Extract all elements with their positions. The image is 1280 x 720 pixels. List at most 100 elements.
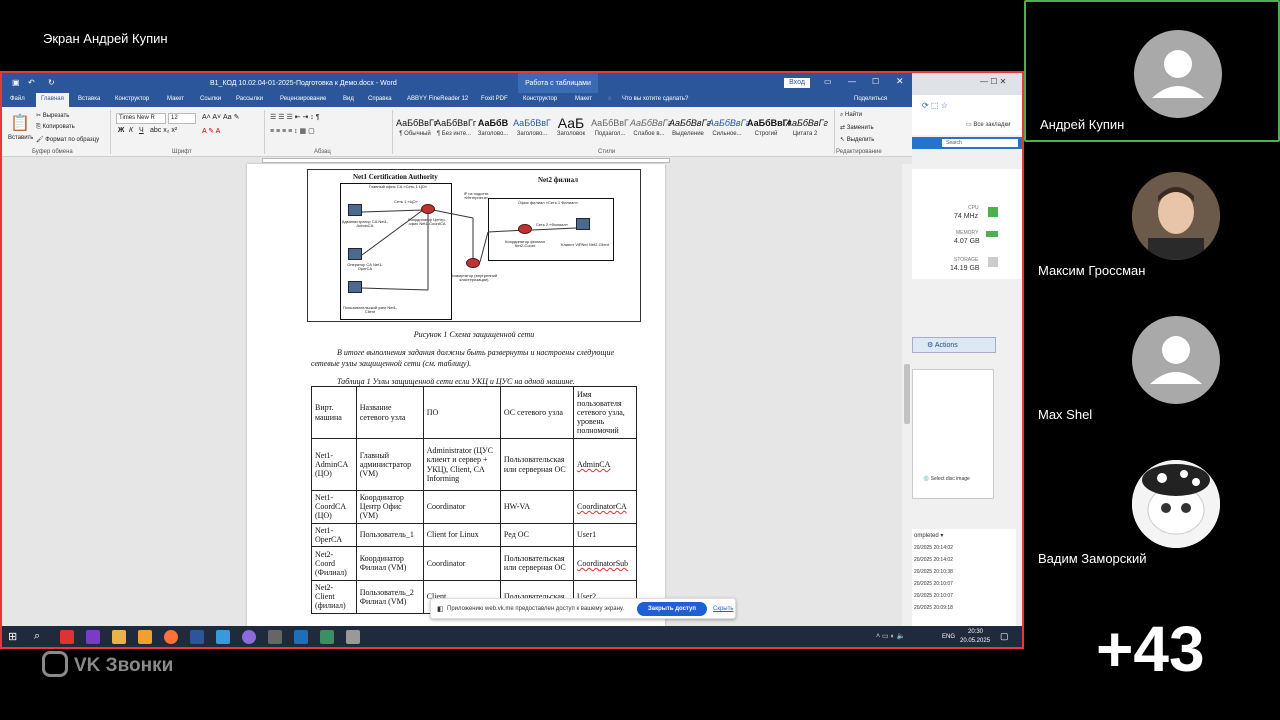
replace-button[interactable]: ⇄ Заменить [840,124,874,131]
participant-tile[interactable]: Max Shel [1024,288,1280,430]
scrollbar-thumb[interactable] [904,364,910,424]
tab-layout[interactable]: Макет [167,96,184,102]
actions-button[interactable]: ⚙ Actions [927,341,958,349]
tellme-icon[interactable]: ◌ [608,96,612,102]
editing-group-label: Редактирование [836,149,882,155]
app-icon[interactable] [86,630,100,644]
start-icon[interactable]: ⊞ [8,630,17,643]
tab-table-design[interactable]: Конструктор [523,96,557,102]
clock-date[interactable]: 20.05.2025 [960,638,990,644]
browser-nav-icons[interactable]: ⟳ ⬚ ☆ [922,101,948,110]
font-size-select[interactable]: 12 [168,113,196,124]
tab-home[interactable]: Главная [36,93,69,107]
search-icon[interactable]: ⌕ [34,630,40,643]
style-heading1[interactable]: АаБбВ Заголово... [474,115,512,143]
tellme-search[interactable]: Что вы хотите сделать? [622,96,688,102]
word-icon[interactable] [190,630,204,644]
share-doc-button[interactable]: Поделиться [854,96,887,102]
tab-design[interactable]: Конструктор [115,96,149,102]
font-grow-icon[interactable]: A˄ A˅ Аа ✎ [202,113,239,121]
select-button[interactable]: ↖ Выделить [840,136,874,143]
undo-icon[interactable]: ↶ [28,78,35,87]
firefox-icon[interactable] [164,630,178,644]
app-icon[interactable] [294,630,308,644]
more-participants-count[interactable]: +43 [1096,612,1205,686]
format-painter-button[interactable]: 🖌 Формат по образцу [36,136,99,143]
style-quote2[interactable]: АаБбВвГг Цитата 2 [786,115,828,143]
italic-button[interactable]: К [129,127,133,134]
style-normal[interactable]: АаБбВвГг ¶ Обычный [396,115,437,143]
style-intense[interactable]: АаБбВвГг Сильное... [708,115,750,143]
stop-sharing-button[interactable]: Закрыть доступ [637,602,707,616]
select-disc-button[interactable]: 💿 Select disc image [923,476,970,482]
app-icon[interactable] [216,630,230,644]
background-browser: — ☐ ✕ ⟳ ⬚ ☆ ▭ Все закладки Search CPU 74… [912,73,1022,626]
table-cell: Coordinator [422,545,501,581]
underline-button[interactable]: Ч [139,127,144,134]
participant-tile[interactable]: Андрей Купин [1024,0,1280,142]
tab-table-layout[interactable]: Макет [575,96,592,102]
copy-button[interactable]: ⎘ Копировать [36,124,75,131]
style-no-spacing[interactable]: АаБбВвГг ¶ Без инте... [435,115,476,143]
completed-filter[interactable]: ompleted ▾ [914,532,943,539]
tray-icons[interactable]: ˄ ▭ ◐ 🔈 [876,632,905,640]
tab-file[interactable]: Файл [10,96,25,102]
app-icon[interactable] [242,630,256,644]
search-input[interactable]: Search [942,139,1018,147]
bold-button[interactable]: Ж [118,127,124,134]
vertical-scrollbar[interactable] [902,164,912,626]
yandex-browser-icon[interactable] [60,630,74,644]
tab-help[interactable]: Справка [368,96,392,102]
style-title[interactable]: АаБ Заголовок [552,115,590,143]
language-indicator[interactable]: ENG [942,634,955,640]
style-label: ¶ Без инте... [436,131,472,137]
cut-button[interactable]: ✂ Вырезать [36,112,69,119]
font-name-select[interactable]: Times New R [116,113,166,124]
table-cell: Net2-Client (филиал) [311,579,357,614]
style-emphasis[interactable]: АаБбВвГг Выделение [669,115,711,143]
paste-label[interactable]: Вставить [8,135,33,141]
strike-subscript-icons[interactable]: abc x₂ x² [150,127,177,134]
ribbon-display-icon[interactable]: ▭ [824,77,832,86]
windows-taskbar: ⊞ ⌕ ˄ ▭ ◐ 🔈 ENG 20:30 20.05.2025 ▢ [2,626,1022,647]
style-subtle[interactable]: АаБбВвГг Слабое в... [630,115,672,143]
participant-tile[interactable]: Максим Гроссман [1024,144,1280,286]
redo-icon[interactable]: ↻ [48,78,55,87]
style-strong[interactable]: АаБбВвГг Строгий [747,115,792,143]
close-icon[interactable]: ✕ [896,76,904,87]
hide-link[interactable]: Скрыть [713,606,733,612]
tab-review[interactable]: Рецензирование [280,96,326,102]
tab-view[interactable]: Вид [343,96,354,102]
font-color-icons[interactable]: A ✎ A [202,127,220,135]
app-icon[interactable] [346,630,360,644]
tab-mailings[interactable]: Рассылки [236,96,263,102]
save-icon[interactable]: ▣ [12,78,20,87]
app-icon[interactable] [320,630,334,644]
list-icons[interactable]: ☰ ☰ ☰ ⇤ ⇥ ↕ ¶ [270,113,320,121]
find-button[interactable]: ⌕ Найти [840,112,862,119]
format-painter-label: Формат по образцу [45,137,100,143]
tab-abbyy[interactable]: ABBYY FineReader 12 [407,96,468,102]
notification-center-icon[interactable]: ▢ [1000,631,1009,642]
tab-references[interactable]: Ссылки [200,96,221,102]
minimize-icon[interactable]: — [848,77,856,86]
document-page[interactable]: Net1 Certification Authority Net2 филиал… [247,164,665,626]
tab-insert[interactable]: Вставка [78,96,100,102]
branch-router-icon [518,224,532,234]
clock-time[interactable]: 20:30 [968,629,983,635]
file-explorer-icon[interactable] [112,630,126,644]
tab-foxit[interactable]: Foxit PDF [481,96,508,102]
participant-tile[interactable]: Вадим Заморский [1024,432,1280,574]
maximize-icon[interactable]: ☐ [872,77,879,86]
settings-icon[interactable] [268,630,282,644]
net1-user-label: Пользовательский узел Net1-Client [342,305,398,315]
style-subtitle[interactable]: АаБбВвГ Подзагол... [591,115,629,143]
window-controls-icon[interactable]: — ☐ ✕ [980,77,1006,86]
align-icons[interactable]: ≡ ≡ ≡ ≡ ↕ ▦ ▢ [270,127,315,135]
paste-icon[interactable]: 📋 [10,113,30,133]
login-button[interactable]: Вход [784,78,810,88]
bookmarks-link[interactable]: ▭ Все закладки [966,121,1010,128]
style-heading2[interactable]: АаБбВвГ Заголово... [513,115,551,143]
table-row: Net2-Coord (Филиал) Координатор Филиал (… [311,545,637,581]
chrome-icon[interactable] [138,630,152,644]
